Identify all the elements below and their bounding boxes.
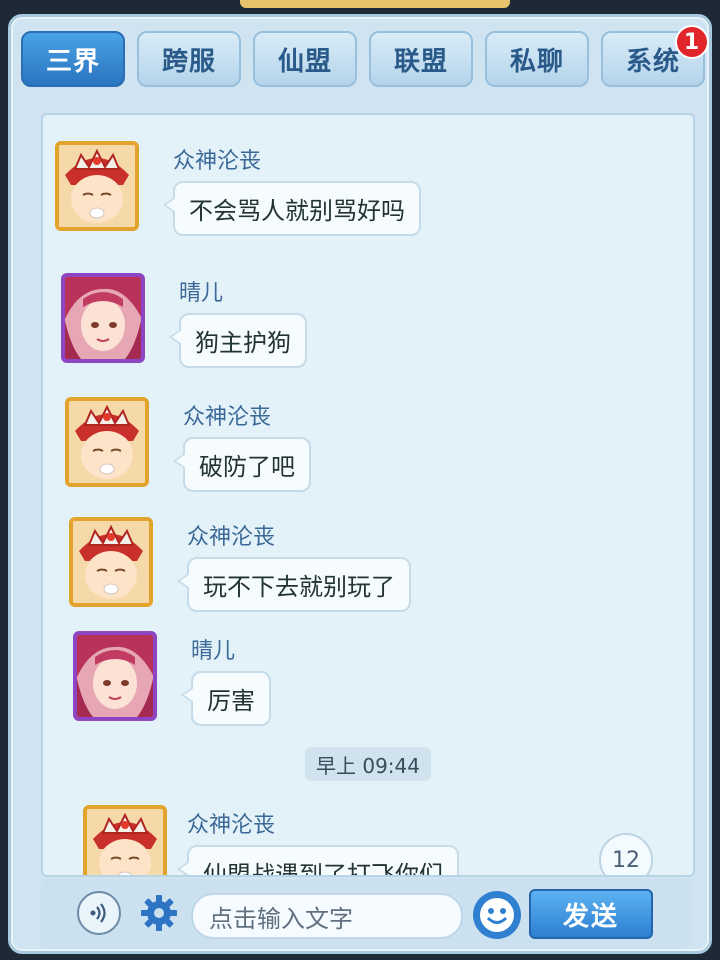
- message-bubble: 破防了吧: [173, 437, 311, 492]
- voice-icon[interactable]: [77, 891, 121, 935]
- voice-wave-icon: [90, 903, 106, 923]
- tab-label: 三界: [45, 46, 100, 77]
- sender-name: 众神沦丧: [173, 149, 262, 174]
- deity-avatar-icon: [59, 145, 135, 227]
- input-bar: 点击输入文字 发送: [41, 879, 691, 949]
- deity-avatar[interactable]: [69, 517, 153, 607]
- tab-label: 跨服: [161, 46, 216, 77]
- deity-avatar-icon: [69, 401, 145, 483]
- tab-xianmeng[interactable]: 仙盟: [253, 31, 357, 87]
- message-list[interactable]: 众神沦丧 不会骂人就别骂好吗 晴儿 狗主护狗 众神沦丧 破防了吧 众神沦丧 玩不…: [41, 113, 695, 877]
- gear-icon[interactable]: [135, 889, 183, 937]
- girl-avatar-icon: [65, 277, 141, 359]
- message-bubble: 不会骂人就别骂好吗: [163, 181, 421, 236]
- message-bubble: 厉害: [181, 671, 271, 726]
- message-input[interactable]: 点击输入文字: [191, 893, 463, 939]
- time-divider: 早上 09:44: [305, 747, 431, 781]
- girl-avatar[interactable]: [73, 631, 157, 721]
- girl-avatar-icon: [77, 635, 153, 717]
- tab-siliao[interactable]: 私聊: [485, 31, 589, 87]
- deity-avatar[interactable]: [65, 397, 149, 487]
- tab-kuafu[interactable]: 跨服: [137, 31, 241, 87]
- tab-lianmeng[interactable]: 联盟: [369, 31, 473, 87]
- deity-avatar-icon: [73, 521, 149, 603]
- deity-avatar-icon: [87, 809, 163, 875]
- deity-avatar[interactable]: [83, 805, 167, 875]
- message-bubble: 玩不下去就别玩了: [177, 557, 411, 612]
- deity-avatar[interactable]: [55, 141, 139, 231]
- tab-label: 仙盟: [277, 46, 332, 77]
- unread-count-button[interactable]: 12: [599, 833, 653, 875]
- settings-gear-icon: [141, 895, 177, 931]
- sender-name: 晴儿: [179, 281, 224, 306]
- chat-window: 三界 跨服 仙盟 联盟 私聊 系统 1 众神沦丧 不会骂人就别骂好吗 晴儿 狗主…: [8, 14, 712, 954]
- emoji-icon[interactable]: [473, 891, 521, 939]
- notification-badge: 1: [675, 25, 709, 59]
- message-bubble: 狗主护狗: [169, 313, 307, 368]
- tab-label: 系统: [625, 46, 680, 77]
- top-edge-decoration: [240, 0, 510, 8]
- tab-label: 联盟: [393, 46, 448, 77]
- sender-name: 晴儿: [191, 639, 236, 664]
- message-bubble: 仙盟战遇到了打飞你们: [177, 845, 459, 875]
- channel-tabs: 三界 跨服 仙盟 联盟 私聊 系统 1: [21, 25, 709, 93]
- tab-xitong[interactable]: 系统 1: [601, 25, 709, 87]
- sender-name: 众神沦丧: [187, 813, 276, 838]
- tab-sanjie[interactable]: 三界: [21, 31, 125, 87]
- sender-name: 众神沦丧: [187, 525, 276, 550]
- tab-label: 私聊: [509, 46, 564, 77]
- smiley-face-icon: [480, 898, 514, 932]
- sender-name: 众神沦丧: [183, 405, 272, 430]
- girl-avatar[interactable]: [61, 273, 145, 363]
- send-button[interactable]: 发送: [529, 889, 653, 939]
